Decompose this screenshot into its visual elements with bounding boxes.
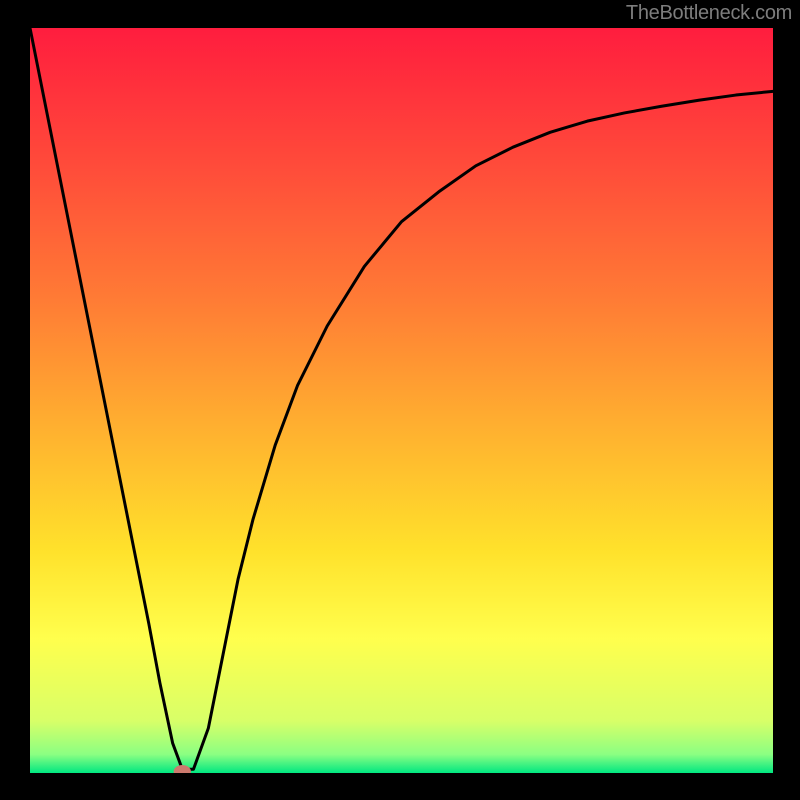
curve-path [30,28,773,769]
chart-root: { "attribution": "TheBottleneck.com", "l… [0,0,800,800]
attribution-label: TheBottleneck.com [626,2,792,25]
chart-curve-layer [30,28,773,773]
minimum-marker [174,766,190,773]
plot-area [30,28,773,773]
